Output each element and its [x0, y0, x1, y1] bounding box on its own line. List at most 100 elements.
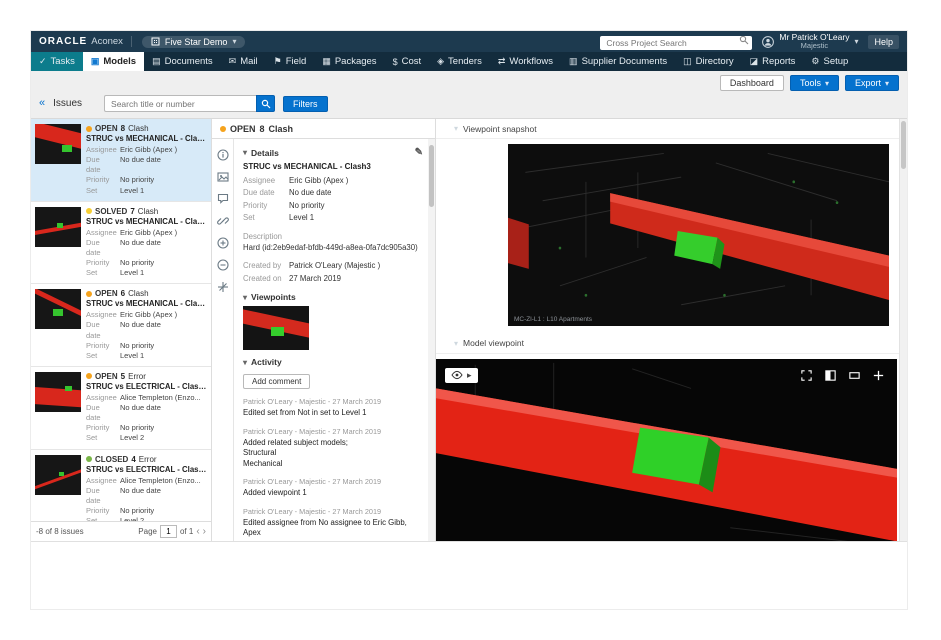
chevron-down-icon: ▾ [825, 79, 829, 88]
nav-item[interactable]: ▥ Supplier Documents [561, 52, 675, 71]
nav-item[interactable]: ▤ Documents [144, 52, 221, 71]
nav-item-icon: ▤ [152, 56, 161, 67]
issue-type: Clash [138, 207, 158, 216]
nav-item-label: Mail [240, 56, 257, 67]
building-icon [151, 37, 160, 46]
edit-icon[interactable]: ✎ [415, 147, 423, 158]
comment-icon[interactable] [217, 193, 229, 205]
detail-field-row: Due date No due date [243, 187, 423, 199]
zoom-in-icon[interactable] [872, 369, 885, 382]
user-menu[interactable]: Mr Patrick O'Leary Majestic ▾ [762, 33, 858, 51]
hide-panel-icon[interactable] [848, 369, 861, 382]
issue-type: Error [128, 372, 146, 381]
chevron-down-icon: ▾ [243, 293, 247, 302]
issue-title: STRUC vs MECHANICAL - Clash3 [86, 134, 207, 143]
issue-field-row: Due dateNo due date [86, 403, 207, 423]
fit-view-icon[interactable] [800, 369, 813, 382]
issue-search-input[interactable] [104, 95, 256, 112]
nav-item[interactable]: ▦ Packages [314, 52, 384, 71]
nav-item[interactable]: ◈ Tenders [429, 52, 490, 71]
issue-list-item[interactable]: CLOSED 4 Error STRUC vs ELECTRICAL - Cla… [31, 450, 211, 522]
nav-item[interactable]: $ Cost [385, 52, 430, 71]
nav-item[interactable]: ⚑ Field [266, 52, 315, 71]
green-clash-element [65, 386, 72, 391]
page-scrollbar[interactable] [899, 119, 907, 541]
viewpoint-snapshot-image[interactable]: MC-Zl-L1 : L10 Apartments [508, 144, 889, 326]
viewpoints-section-header[interactable]: ▾ Viewpoints [243, 292, 423, 302]
project-selector[interactable]: Five Star Demo ▾ [142, 36, 246, 48]
next-page-icon[interactable]: › [203, 527, 206, 537]
model-viewer[interactable]: ▸ [436, 359, 897, 541]
issue-detail-panel: OPEN 8 Clash ▾ Details [212, 119, 436, 541]
nav-item[interactable]: ⚙ Setup [803, 52, 856, 71]
nav-item-icon: ✓ [39, 56, 47, 67]
nav-item[interactable]: ⇄ Workflows [490, 52, 561, 71]
nav-item[interactable]: ▣ Models [83, 52, 144, 71]
chevron-down-icon: ▾ [454, 124, 458, 133]
nav-item[interactable]: ◪ Reports [742, 52, 804, 71]
search-button[interactable] [256, 95, 275, 112]
activity-text: Added viewpoint 1 [243, 488, 423, 499]
detail-status: OPEN [230, 124, 256, 134]
cross-project-search [600, 33, 752, 51]
issue-list-item[interactable]: OPEN 6 Clash STRUC vs MECHANICAL - Clash… [31, 284, 211, 367]
dashboard-button[interactable]: Dashboard [720, 75, 784, 91]
nav-item[interactable]: ◫ Directory [675, 52, 742, 71]
visibility-control[interactable]: ▸ [445, 368, 478, 383]
activity-meta: Patrick O'Leary - Majestic - 27 March 20… [243, 397, 423, 406]
issue-number: 4 [131, 455, 135, 464]
tools-button[interactable]: Tools▾ [790, 75, 839, 91]
add-comment-button[interactable]: Add comment [243, 374, 310, 389]
status-dot [86, 126, 92, 132]
viewpoint-thumbnail[interactable] [243, 306, 309, 350]
details-section-header[interactable]: ▾ Details ✎ [243, 147, 423, 158]
activity-entry: Patrick O'Leary - Majestic - 27 March 20… [243, 397, 423, 419]
detail-scrollbar[interactable] [428, 139, 435, 541]
issues-list: OPEN 8 Clash STRUC vs MECHANICAL - Clash… [31, 119, 211, 521]
issue-list-item[interactable]: OPEN 8 Clash STRUC vs MECHANICAL - Clash… [31, 119, 211, 202]
user-organization: Majestic [801, 42, 829, 50]
filters-button[interactable]: Filters [283, 96, 328, 112]
page-input[interactable] [160, 525, 177, 538]
red-clash-beam [35, 289, 81, 323]
activity-section-header[interactable]: ▾ Activity [243, 357, 423, 367]
model-viewpoint-header[interactable]: ▾ Model viewpoint [436, 334, 899, 354]
nav-item-icon: ▦ [322, 56, 331, 67]
axes-icon[interactable] [217, 281, 229, 293]
previous-page-icon[interactable]: ‹ [196, 527, 199, 537]
activity-meta: Patrick O'Leary - Majestic - 27 March 20… [243, 427, 423, 436]
nav-item[interactable]: ✉ Mail [221, 52, 266, 71]
issue-thumbnail [35, 455, 81, 495]
issue-number: 8 [121, 124, 125, 133]
search-icon[interactable] [739, 35, 749, 45]
issue-list-item[interactable]: SOLVED 7 Clash STRUC vs MECHANICAL - Cla… [31, 202, 211, 285]
viewpoint-snapshot-header[interactable]: ▾ Viewpoint snapshot [436, 119, 899, 139]
issue-status: OPEN [95, 124, 118, 133]
detail-field-row: Assignee Eric Gibb (Apex ) [243, 175, 423, 187]
issue-number: 7 [130, 207, 134, 216]
cross-project-search-input[interactable] [600, 36, 752, 50]
issues-panel-title: Issues [53, 98, 82, 109]
nav-item-icon: ◪ [750, 56, 759, 67]
nav-item[interactable]: ✓ Tasks [31, 52, 83, 71]
info-icon[interactable] [217, 149, 229, 161]
aconex-brand: Aconex [91, 36, 123, 47]
plus-circle-icon[interactable] [217, 237, 229, 249]
activity-meta: Patrick O'Leary - Majestic - 27 March 20… [243, 477, 423, 486]
red-clash-beam [35, 386, 81, 408]
issue-list-item[interactable]: OPEN 5 Error STRUC vs ELECTRICAL - Clash… [31, 367, 211, 450]
export-button[interactable]: Export▾ [845, 75, 899, 91]
status-dot [220, 126, 226, 132]
topbar: ORACLE Aconex Five Star Demo ▾ M [31, 31, 907, 52]
project-name: Five Star Demo [165, 37, 228, 47]
green-clash-element [62, 145, 72, 152]
eye-icon [451, 370, 463, 380]
collapse-panel-icon[interactable]: « [39, 98, 45, 109]
link-icon[interactable] [217, 215, 229, 227]
minus-circle-icon[interactable] [217, 259, 229, 271]
help-link[interactable]: Help [868, 35, 899, 49]
viewpoint-image-icon[interactable] [217, 171, 229, 183]
activity-text: Edited assignee from No assignee to Eric… [243, 518, 423, 539]
issue-field-row: AssigneeEric Gibb (Apex ) [86, 228, 207, 238]
section-clip-icon[interactable] [824, 369, 837, 382]
